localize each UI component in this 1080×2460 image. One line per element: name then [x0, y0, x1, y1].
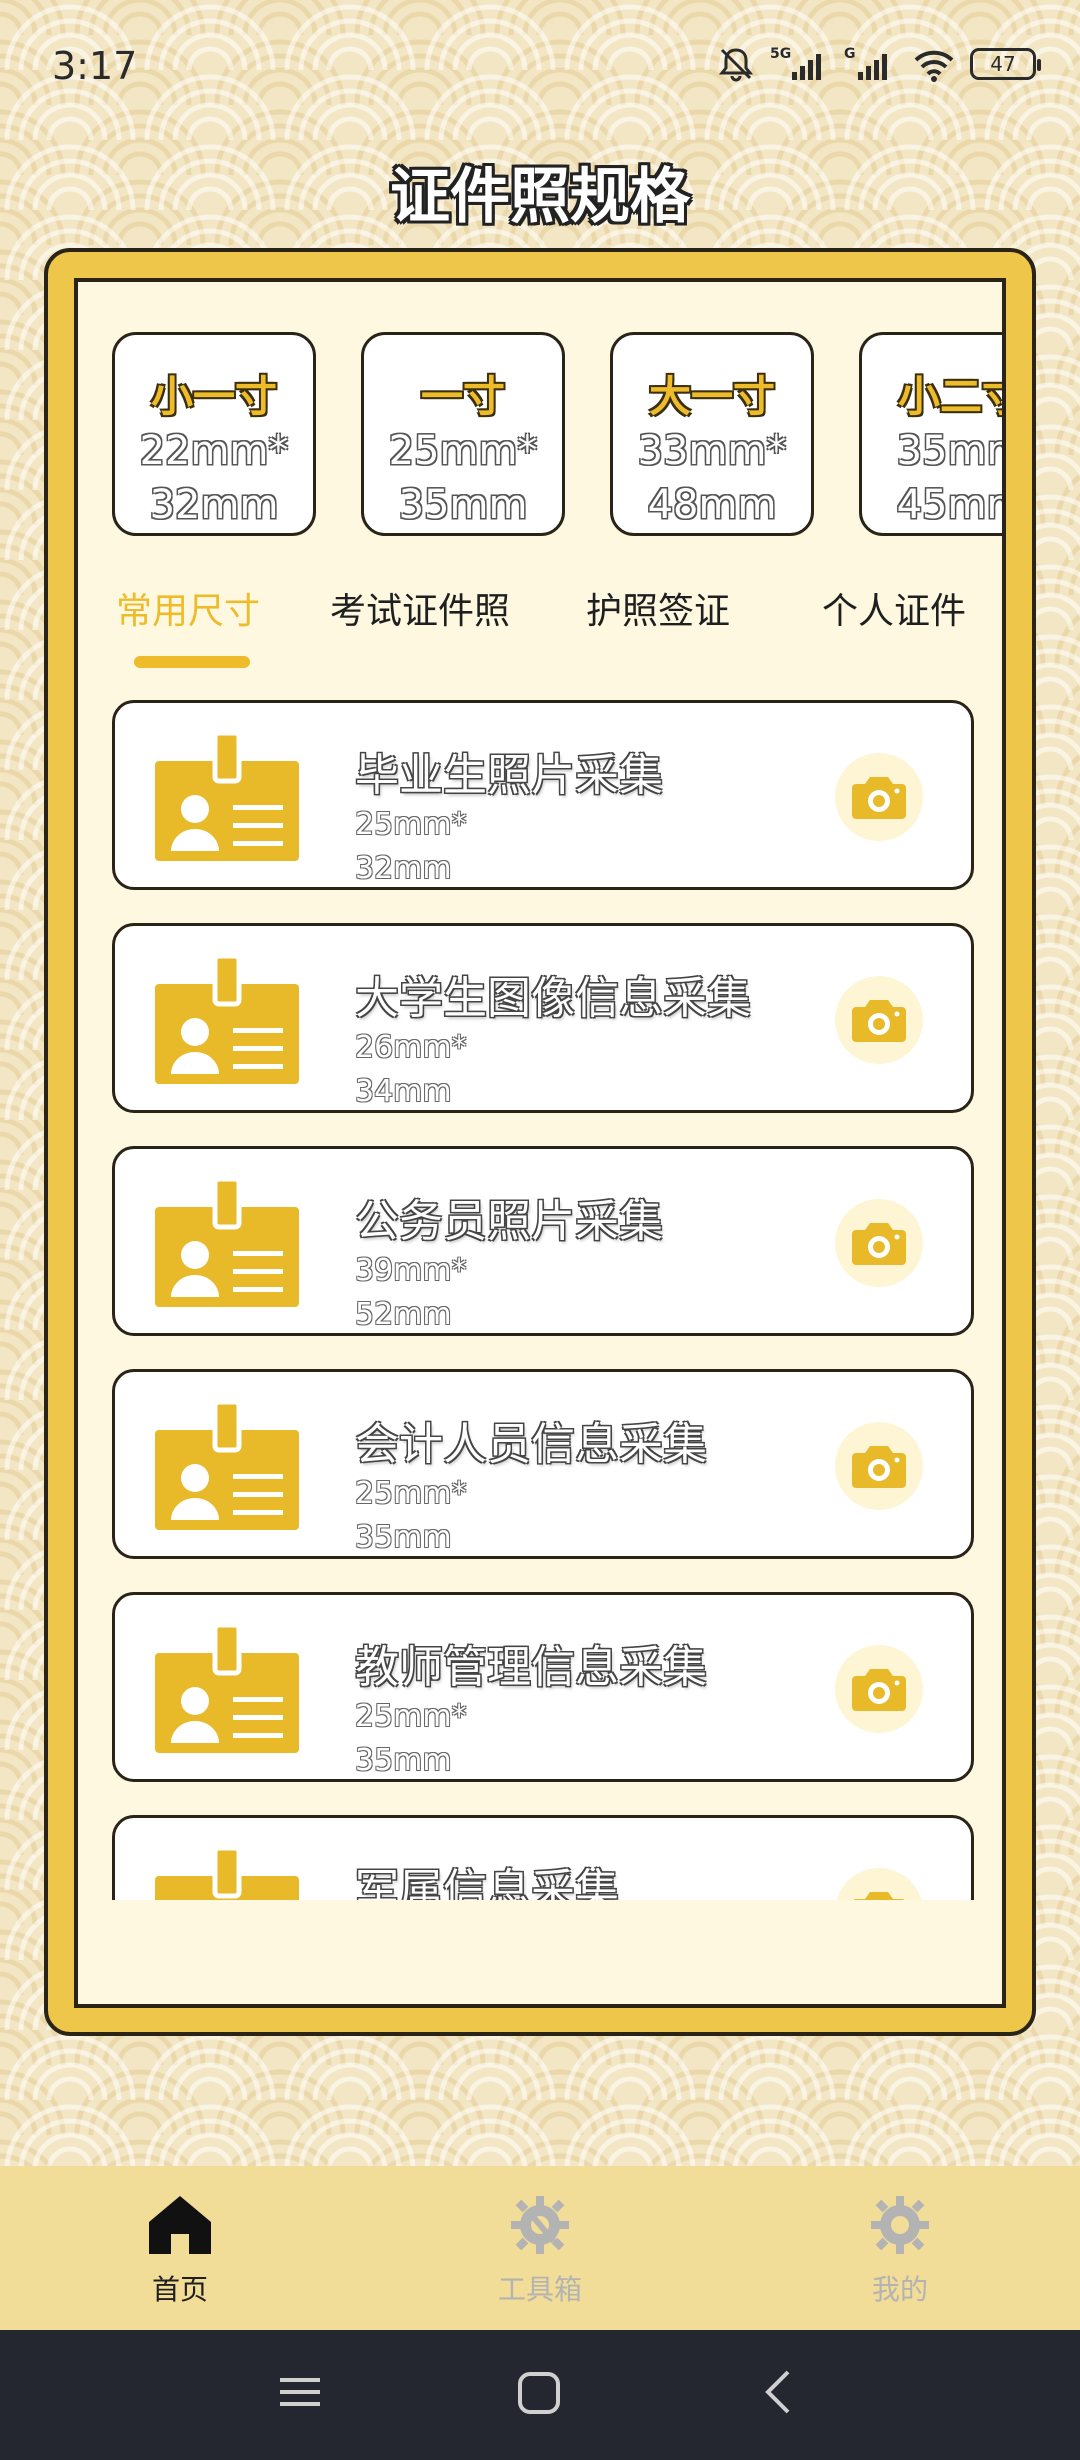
camera-icon [852, 1446, 906, 1488]
item-title: 毕业生照片采集 [355, 750, 663, 801]
menu-icon[interactable] [276, 2368, 324, 2416]
nav-mine[interactable]: 我的 [800, 2194, 1000, 2308]
camera-icon [852, 777, 906, 819]
system-nav-bar [0, 2330, 1080, 2460]
gear-icon [871, 2196, 929, 2254]
id-card-icon [155, 1179, 299, 1307]
item-width: 39mm* [355, 1253, 467, 1288]
list-item[interactable]: 公务员照片采集 39mm* 52mm [112, 1146, 974, 1336]
size-card-height: 32mm [149, 482, 279, 528]
status-bar: 3:17 5G G 47 [0, 0, 1080, 130]
tab-passport-visa[interactable]: 护照签证 [586, 582, 730, 634]
tab-exam-photos[interactable]: 考试证件照 [330, 582, 510, 634]
nav-home-label: 首页 [151, 2273, 208, 2306]
nav-home[interactable]: 首页 [80, 2194, 280, 2308]
camera-icon [852, 1223, 906, 1265]
spec-list[interactable]: 毕业生照片采集 25mm* 32mm 大学生图像信息采集 26mm* 34mm … [112, 700, 974, 1900]
item-title: 教师管理信息采集 [355, 1642, 707, 1693]
page-title: 证件照规格 [390, 162, 690, 232]
bottom-nav: 首页 工具箱 我的 [0, 2166, 1080, 2330]
camera-button[interactable] [835, 976, 923, 1064]
size-card-height: 35mm [398, 482, 528, 528]
size-card-name: 小二寸 [897, 372, 1002, 421]
size-card-height: 45mm [896, 482, 1002, 528]
id-card-icon [155, 1848, 299, 1900]
camera-icon [853, 1892, 905, 1900]
signal-5g-icon: 5G [770, 46, 821, 80]
item-height: 32mm [355, 851, 452, 886]
mute-bell-icon [718, 48, 754, 82]
size-card-width: 35mm [896, 428, 1002, 474]
size-card-name: 大一寸 [648, 372, 775, 421]
camera-icon [852, 1669, 906, 1711]
camera-button[interactable] [835, 1868, 923, 1900]
content-panel: 小一寸 22mm* 32mm 一寸 25mm* 35mm 大一寸 33mm* 4… [74, 278, 1006, 2008]
item-height: 35mm [355, 1520, 452, 1555]
tab-personal-id[interactable]: 个人证件 [822, 582, 966, 634]
list-item[interactable]: 毕业生照片采集 25mm* 32mm [112, 700, 974, 890]
wifi-icon [914, 50, 954, 82]
battery-icon: 47 [970, 48, 1041, 80]
item-title: 军属信息采集 [355, 1865, 619, 1900]
camera-icon [852, 1000, 906, 1042]
camera-button[interactable] [835, 753, 923, 841]
item-width: 25mm* [355, 1699, 467, 1734]
camera-button[interactable] [835, 1199, 923, 1287]
item-title: 大学生图像信息采集 [355, 973, 751, 1024]
home-square-icon[interactable] [514, 2368, 564, 2418]
size-card-list[interactable]: 小一寸 22mm* 32mm 一寸 25mm* 35mm 大一寸 33mm* 4… [112, 332, 1002, 536]
tab-common-sizes[interactable]: 常用尺寸 [116, 582, 260, 634]
nav-mine-label: 我的 [871, 2273, 928, 2306]
status-time: 3:17 [52, 44, 138, 88]
status-icons: 5G G 47 [716, 44, 1041, 84]
back-icon[interactable] [756, 2368, 804, 2416]
item-width: 25mm* [355, 1476, 467, 1511]
size-card[interactable]: 小二寸 35mm 45mm [859, 332, 1002, 536]
size-card-width: 25mm* [388, 428, 538, 474]
item-width: 25mm* [355, 807, 467, 842]
list-item[interactable]: 大学生图像信息采集 26mm* 34mm [112, 923, 974, 1113]
size-card[interactable]: 大一寸 33mm* 48mm [610, 332, 814, 536]
id-card-icon [155, 956, 299, 1084]
size-card[interactable]: 一寸 25mm* 35mm [361, 332, 565, 536]
list-item[interactable]: 会计人员信息采集 25mm* 35mm [112, 1369, 974, 1559]
home-icon [149, 2196, 211, 2254]
size-card-height: 48mm [647, 482, 777, 528]
item-height: 35mm [355, 1743, 452, 1778]
battery-level: 47 [990, 52, 1016, 76]
item-title: 会计人员信息采集 [355, 1419, 707, 1470]
id-card-icon [155, 1402, 299, 1530]
item-width: 26mm* [355, 1030, 467, 1065]
network-1-label: 5G [770, 46, 791, 62]
size-card[interactable]: 小一寸 22mm* 32mm [112, 332, 316, 536]
item-height: 52mm [355, 1297, 452, 1332]
size-card-width: 22mm* [139, 428, 289, 474]
signal-g-icon: G [844, 46, 887, 80]
nav-tools[interactable]: 工具箱 [440, 2194, 640, 2308]
item-title: 公务员照片采集 [355, 1196, 663, 1247]
size-card-name: 一寸 [420, 372, 505, 421]
network-2-label: G [844, 46, 856, 62]
list-item[interactable]: 军属信息采集 [112, 1815, 974, 1900]
camera-button[interactable] [835, 1422, 923, 1510]
size-card-width: 33mm* [637, 428, 787, 474]
item-height: 34mm [355, 1074, 452, 1109]
nav-tools-label: 工具箱 [497, 2273, 582, 2306]
camera-button[interactable] [835, 1645, 923, 1733]
gear-tool-icon [511, 2196, 569, 2254]
id-card-icon [155, 1625, 299, 1753]
size-card-name: 小一寸 [150, 372, 277, 421]
active-tab-indicator [134, 656, 250, 668]
list-item[interactable]: 教师管理信息采集 25mm* 35mm [112, 1592, 974, 1782]
main-frame: 小一寸 22mm* 32mm 一寸 25mm* 35mm 大一寸 33mm* 4… [44, 248, 1036, 2036]
id-card-icon [155, 733, 299, 861]
